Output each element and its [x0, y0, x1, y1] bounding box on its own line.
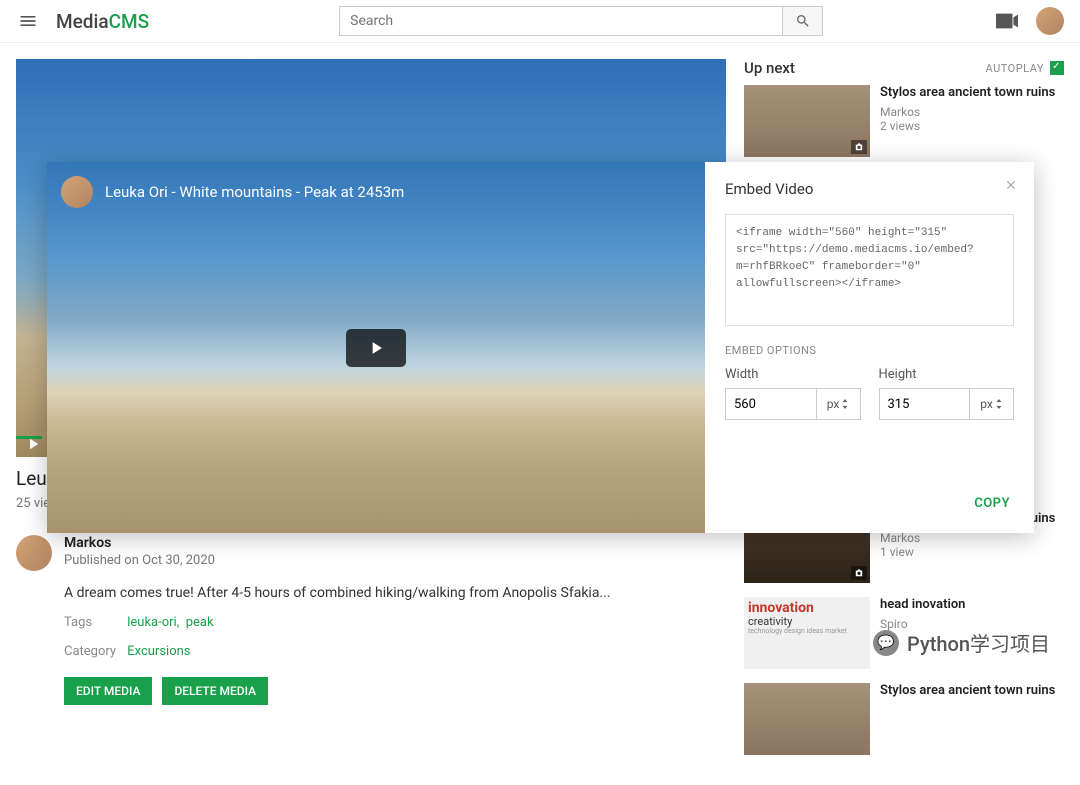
play-icon — [366, 338, 386, 358]
modal-video-title: Leuka Ori - White mountains - Peak at 24… — [105, 183, 404, 201]
modal-uploader-avatar — [61, 176, 93, 208]
suggestion-views: 1 view — [880, 545, 1055, 559]
modal-play-button[interactable] — [346, 329, 406, 367]
suggestion-item[interactable]: Stylos area ancient town ruins — [744, 683, 1064, 755]
embed-modal: Leuka Ori - White mountains - Peak at 24… — [47, 162, 1034, 533]
suggestion-thumbnail[interactable] — [744, 683, 870, 755]
suggestion-item[interactable]: Stylos area ancient town ruins Markos 2 … — [744, 85, 1064, 157]
watermark-icon: 💬 — [873, 630, 899, 656]
embed-code-textarea[interactable] — [725, 214, 1014, 326]
watermark-text: Python学习项目 — [907, 628, 1050, 657]
width-unit-select[interactable]: px — [816, 389, 860, 419]
edit-media-button[interactable]: EDIT MEDIA — [64, 677, 152, 705]
user-avatar[interactable] — [1036, 7, 1064, 35]
delete-media-button[interactable]: DELETE MEDIA — [162, 677, 268, 705]
suggestion-thumbnail[interactable]: innovation creativity technology design … — [744, 597, 870, 669]
logo-first: Media — [56, 10, 109, 33]
logo-second: CMS — [109, 10, 150, 33]
height-label: Height — [879, 367, 1015, 382]
publish-date: Published on Oct 30, 2020 — [64, 553, 215, 568]
autoplay-label: AUTOPLAY — [986, 62, 1044, 75]
tag-link[interactable]: peak — [186, 615, 214, 630]
autoplay-toggle[interactable] — [1050, 61, 1064, 75]
search-button[interactable] — [783, 6, 823, 36]
close-icon — [1004, 178, 1018, 192]
category-link[interactable]: Excursions — [127, 644, 190, 659]
search-icon — [795, 13, 811, 29]
category-label: Category — [64, 644, 124, 659]
height-unit-select[interactable]: px — [969, 389, 1013, 419]
suggestion-title: head inovation — [880, 597, 965, 614]
close-button[interactable] — [1004, 176, 1018, 197]
video-description: A dream comes true! After 4-5 hours of c… — [64, 585, 726, 601]
suggestion-title: Stylos area ancient town ruins — [880, 683, 1055, 700]
sort-icon — [995, 399, 1003, 409]
width-input[interactable] — [726, 389, 816, 419]
suggestion-thumbnail[interactable] — [744, 85, 870, 157]
modal-video-preview[interactable]: Leuka Ori - White mountains - Peak at 24… — [47, 162, 705, 533]
tags-label: Tags — [64, 615, 124, 630]
camera-icon — [854, 569, 864, 577]
sort-icon — [841, 399, 849, 409]
uploader-avatar[interactable] — [16, 535, 52, 571]
search-input[interactable] — [339, 6, 783, 36]
suggestion-views: 2 views — [880, 119, 1055, 133]
logo[interactable]: MediaCMS — [56, 10, 149, 33]
copy-button[interactable]: COPY — [970, 492, 1014, 515]
width-label: Width — [725, 367, 861, 382]
wordcloud-word: innovation — [748, 601, 866, 616]
camera-icon — [854, 143, 864, 151]
embed-options-label: EMBED OPTIONS — [725, 344, 1014, 357]
tag-link[interactable]: leuka-ori — [127, 615, 176, 630]
upload-icon[interactable] — [996, 13, 1018, 29]
play-icon — [24, 435, 42, 453]
suggestion-title: Stylos area ancient town ruins — [880, 85, 1055, 102]
menu-button[interactable] — [16, 9, 40, 33]
hamburger-icon — [18, 11, 38, 31]
watermark: 💬 Python学习项目 — [873, 628, 1050, 657]
suggestion-author: Markos — [880, 105, 1055, 119]
panel-title: Embed Video — [725, 180, 1014, 198]
upnext-heading: Up next — [744, 59, 795, 77]
height-input[interactable] — [880, 389, 970, 419]
uploader-name[interactable]: Markos — [64, 535, 215, 551]
